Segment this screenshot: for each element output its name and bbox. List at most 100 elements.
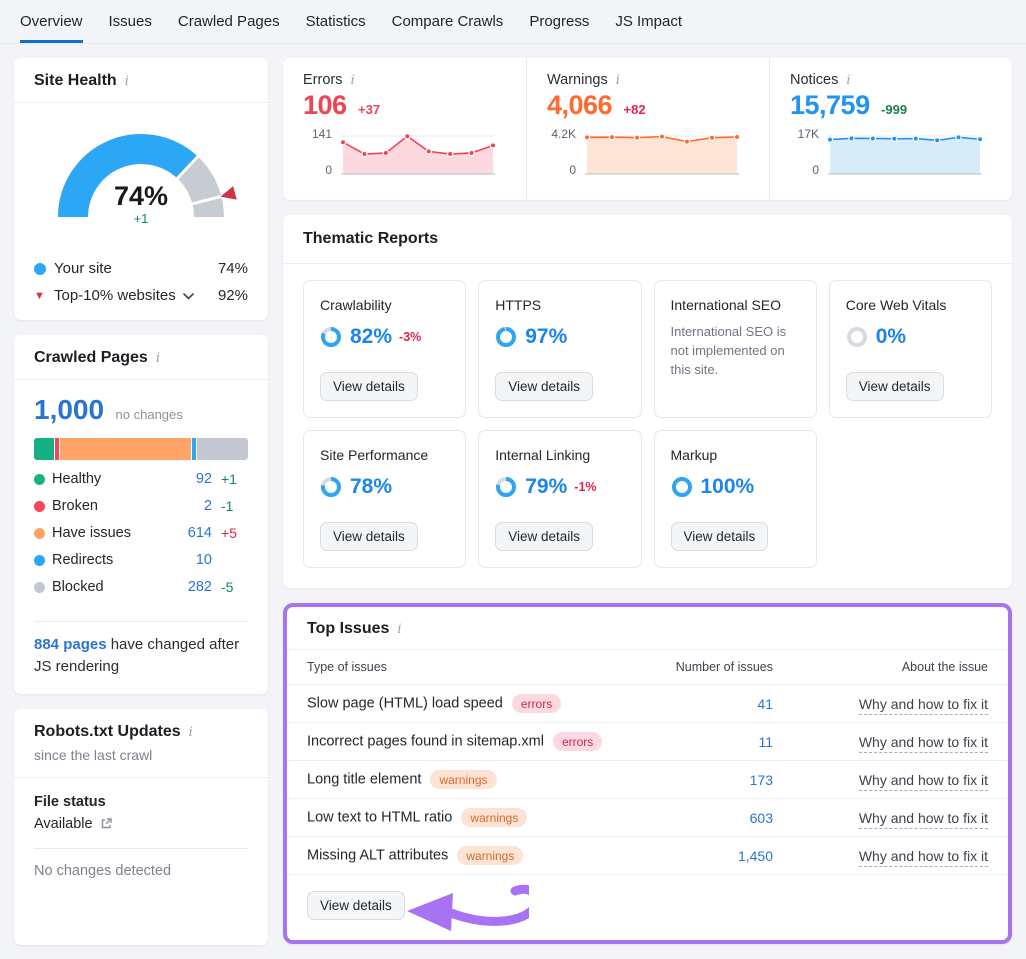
js-rendering-note: 884 pages have changed after JS renderin… bbox=[14, 622, 268, 694]
robots-txt-card: Robots.txt Updates i since the last crawl… bbox=[14, 709, 268, 946]
issue-totals-card: Errorsi 106 +37 1410 Warningsi 4,066 +82 bbox=[283, 58, 1012, 200]
view-details-button[interactable]: View details bbox=[495, 522, 593, 551]
chevron-down-icon[interactable] bbox=[183, 293, 194, 300]
errors-sparkline bbox=[339, 127, 506, 184]
notices-sparkline bbox=[826, 127, 992, 184]
progress-ring-icon bbox=[671, 476, 693, 498]
thematic-card-markup: Markup 100% View details bbox=[654, 430, 817, 568]
file-status-label: File status bbox=[34, 794, 248, 810]
severity-badge: warnings bbox=[430, 770, 496, 789]
info-icon[interactable]: i bbox=[125, 74, 129, 89]
red-dot-icon bbox=[34, 501, 45, 512]
orange-dot-icon bbox=[34, 528, 45, 539]
table-row: Low text to HTML ratiowarnings 603 Why a… bbox=[287, 799, 1008, 837]
severity-badge: warnings bbox=[457, 846, 523, 865]
table-row: Long title elementwarnings 173 Why and h… bbox=[287, 761, 1008, 799]
view-details-button[interactable]: View details bbox=[671, 522, 769, 551]
top-issues-title: Top Issues bbox=[307, 620, 389, 637]
errors-label: Errors bbox=[303, 72, 342, 88]
progress-ring-icon bbox=[320, 476, 342, 498]
warnings-delta: +82 bbox=[624, 102, 646, 117]
issue-count-link[interactable]: 1,450 bbox=[608, 848, 773, 864]
table-row: Incorrect pages found in sitemap.xmlerro… bbox=[287, 723, 1008, 761]
view-details-button[interactable]: View details bbox=[307, 891, 405, 920]
errors-panel: Errorsi 106 +37 141 0 bbox=[283, 58, 526, 200]
tab-issues[interactable]: Issues bbox=[109, 0, 152, 43]
tab-js-impact[interactable]: JS Impact bbox=[615, 0, 682, 43]
why-how-to-fix-link[interactable]: Why and how to fix it bbox=[773, 734, 988, 750]
info-icon[interactable]: i bbox=[616, 73, 620, 88]
crawled-pages-card: Crawled Pages i 1,000 no changes Healthy … bbox=[14, 335, 268, 694]
table-header: Type of issues Number of issues About th… bbox=[287, 650, 1008, 685]
notices-value[interactable]: 15,759 bbox=[790, 90, 870, 120]
issue-count-link[interactable]: 41 bbox=[608, 696, 773, 712]
884-pages-link[interactable]: 884 pages bbox=[34, 636, 107, 653]
file-status-value: Available bbox=[34, 816, 93, 832]
red-triangle-icon: ▼ bbox=[34, 290, 54, 302]
progress-ring-icon bbox=[846, 326, 868, 348]
axis-max: 17K bbox=[798, 127, 819, 141]
issue-count-link[interactable]: 603 bbox=[608, 810, 773, 826]
warnings-panel: Warningsi 4,066 +82 4.2K0 bbox=[526, 58, 769, 200]
info-icon[interactable]: i bbox=[189, 725, 193, 740]
legend-redirects: Redirects 10 bbox=[34, 552, 248, 568]
info-icon[interactable]: i bbox=[846, 73, 850, 88]
warnings-value[interactable]: 4,066 bbox=[547, 90, 612, 120]
thematic-card-international-seo: International SEO International SEO is n… bbox=[654, 280, 817, 418]
view-details-button[interactable]: View details bbox=[846, 372, 944, 401]
view-details-button[interactable]: View details bbox=[495, 372, 593, 401]
tab-crawled-pages[interactable]: Crawled Pages bbox=[178, 0, 280, 43]
crawled-total-note: no changes bbox=[116, 407, 183, 422]
table-row: Slow page (HTML) load speederrors 41 Why… bbox=[287, 685, 1008, 723]
warnings-label: Warnings bbox=[547, 72, 608, 88]
top-issues-highlight-box: Top Issues i Type of issues Number of iss… bbox=[283, 603, 1012, 944]
axis-max: 141 bbox=[312, 127, 332, 141]
top-nav: Overview Issues Crawled Pages Statistics… bbox=[0, 0, 1026, 44]
axis-min: 0 bbox=[569, 163, 576, 177]
issue-count-link[interactable]: 11 bbox=[608, 734, 773, 750]
errors-value[interactable]: 106 bbox=[303, 90, 347, 120]
view-details-button[interactable]: View details bbox=[320, 522, 418, 551]
thematic-card-crawlability: Crawlability 82% -3% View details bbox=[303, 280, 466, 418]
blue-dot-icon bbox=[34, 555, 45, 566]
svg-text:+1: +1 bbox=[134, 211, 149, 226]
why-how-to-fix-link[interactable]: Why and how to fix it bbox=[773, 810, 988, 826]
severity-badge: errors bbox=[553, 732, 602, 751]
why-how-to-fix-link[interactable]: Why and how to fix it bbox=[773, 696, 988, 712]
why-how-to-fix-link[interactable]: Why and how to fix it bbox=[773, 848, 988, 864]
external-link-icon[interactable] bbox=[100, 817, 113, 830]
tab-overview[interactable]: Overview bbox=[20, 0, 83, 43]
issue-count-link[interactable]: 173 bbox=[608, 772, 773, 788]
info-icon[interactable]: i bbox=[156, 351, 160, 366]
gray-dot-icon bbox=[34, 582, 45, 593]
tab-compare-crawls[interactable]: Compare Crawls bbox=[392, 0, 504, 43]
legend-healthy: Healthy 92 +1 bbox=[34, 471, 248, 487]
thematic-card-site-performance: Site Performance 78% View details bbox=[303, 430, 466, 568]
warnings-sparkline bbox=[583, 127, 749, 184]
view-details-button[interactable]: View details bbox=[320, 372, 418, 401]
legend-top10-websites: ▼ Top-10% websites 92% bbox=[34, 287, 248, 304]
why-how-to-fix-link[interactable]: Why and how to fix it bbox=[773, 772, 988, 788]
info-icon[interactable]: i bbox=[397, 622, 401, 637]
crawled-pages-title: Crawled Pages bbox=[34, 349, 148, 366]
severity-badge: warnings bbox=[461, 808, 527, 827]
robots-subtitle: since the last crawl bbox=[34, 747, 248, 763]
progress-ring-icon bbox=[320, 326, 342, 348]
errors-delta: +37 bbox=[358, 102, 380, 117]
crawled-pages-stacked-bar bbox=[34, 438, 248, 460]
crawled-total: 1,000 bbox=[34, 394, 104, 425]
axis-min: 0 bbox=[325, 163, 332, 177]
table-row: Missing ALT attributeswarnings 1,450 Why… bbox=[287, 837, 1008, 875]
thematic-reports-card: Thematic Reports Crawlability 82% -3% Vi… bbox=[283, 215, 1012, 588]
info-icon[interactable]: i bbox=[350, 73, 354, 88]
legend-have-issues: Have issues 614 +5 bbox=[34, 525, 248, 541]
tab-statistics[interactable]: Statistics bbox=[306, 0, 366, 43]
no-changes-text: No changes detected bbox=[34, 863, 248, 879]
blue-dot-icon bbox=[34, 263, 46, 275]
site-health-gauge: 74%+1 bbox=[14, 103, 268, 246]
robots-title: Robots.txt Updates bbox=[34, 723, 181, 740]
tab-progress[interactable]: Progress bbox=[529, 0, 589, 43]
purple-arrow-annotation-icon bbox=[399, 883, 529, 935]
legend-blocked: Blocked 282 -5 bbox=[34, 579, 248, 595]
thematic-card-internal-linking: Internal Linking 79% -1% View details bbox=[478, 430, 641, 568]
